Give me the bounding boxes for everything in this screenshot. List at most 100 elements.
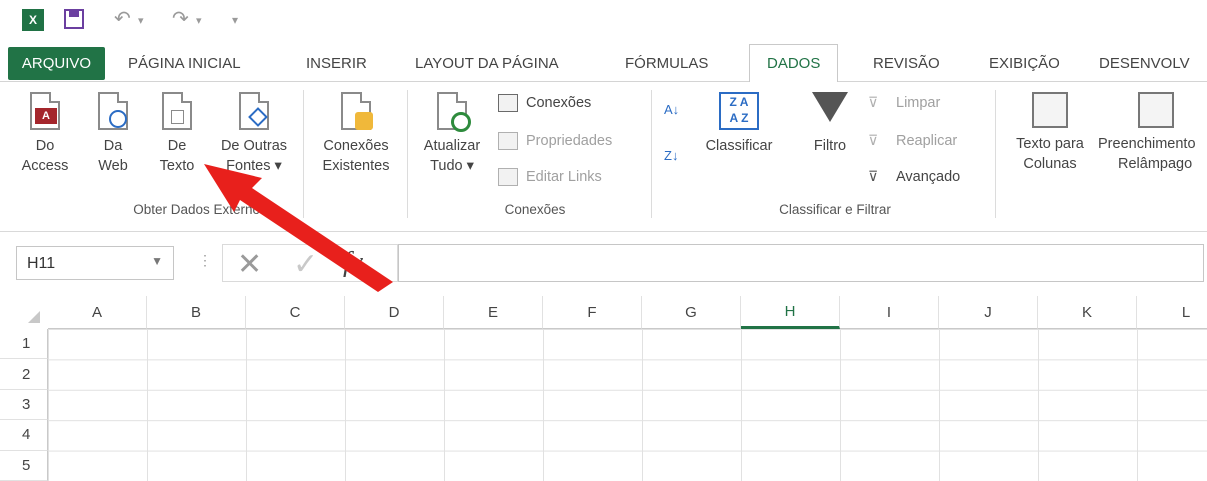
group-label-connections: Conexões [504, 202, 566, 217]
properties-icon [498, 132, 518, 150]
undo-dropdown-icon[interactable]: ▾ [138, 14, 144, 27]
column-header-j[interactable]: J [939, 296, 1038, 329]
tab-pagina-inicial[interactable]: PÁGINA INICIAL [128, 44, 241, 82]
ribbon-separator [995, 90, 996, 218]
row-header-5[interactable]: 5 [0, 450, 48, 481]
column-header-b[interactable]: B [147, 296, 246, 329]
sort-button[interactable]: Z AA Z Classificar [694, 92, 784, 156]
row-header-4[interactable]: 4 [0, 420, 48, 451]
row-header-3[interactable]: 3 [0, 389, 48, 421]
name-box-value: H11 [27, 255, 56, 272]
excel-app-icon[interactable]: X [22, 9, 44, 31]
from-web-line1: Da [103, 138, 123, 154]
group-label-get-external-data: Obter Dados Externos [133, 202, 267, 217]
from-other-sources-button[interactable]: De Outras Fontes ▾ [212, 92, 296, 176]
enter-icon[interactable]: ✓ [293, 247, 318, 282]
from-access-line1: Do [35, 138, 55, 154]
advanced-filter-button[interactable]: ⊽ Avançado [868, 168, 960, 186]
tab-revisao[interactable]: REVISÃO [873, 44, 940, 82]
flash-fill-button[interactable]: Preenchimento Relâmpago [1098, 92, 1207, 174]
other-sources-icon [239, 92, 269, 130]
tab-layout-da-pagina[interactable]: LAYOUT DA PÁGINA [415, 44, 559, 82]
edit-links-label: Editar Links [526, 169, 602, 185]
tab-arquivo[interactable]: ARQUIVO [8, 47, 105, 80]
column-header-e[interactable]: E [444, 296, 543, 329]
from-other-sources-line2: Fontes ▾ [226, 158, 282, 174]
column-header-c[interactable]: C [246, 296, 345, 329]
refresh-all-line1: Atualizar [423, 138, 481, 154]
undo-icon[interactable]: ↶ [114, 6, 131, 31]
advanced-filter-label: Avançado [896, 169, 961, 185]
redo-icon[interactable]: ↷ [172, 6, 189, 31]
sort-z-a-button[interactable]: Z↓ [664, 148, 678, 163]
from-text-line1: De [167, 138, 187, 154]
customize-qat-icon[interactable]: ▾ [232, 13, 238, 27]
cell-area[interactable] [48, 329, 1207, 481]
from-access-button[interactable]: A Do Access [16, 92, 74, 176]
row-header-2[interactable]: 2 [0, 359, 48, 390]
column-header-f[interactable]: F [543, 296, 642, 329]
clear-filter-button[interactable]: ⊽ Limpar [868, 94, 940, 112]
column-header-k[interactable]: K [1038, 296, 1137, 329]
name-box[interactable]: H11 ▼ [16, 246, 174, 280]
ribbon-separator [407, 90, 408, 218]
column-header-l[interactable]: L [1137, 296, 1207, 329]
row-header-1[interactable]: 1 [0, 329, 48, 360]
from-text-line2: Texto [159, 158, 195, 174]
save-icon[interactable] [64, 9, 84, 29]
from-access-line2: Access [21, 158, 69, 174]
quick-access-toolbar: X ↶ ▾ ↷ ▾ ▾ [0, 0, 1207, 40]
tab-formulas[interactable]: FÓRMULAS [625, 44, 708, 82]
text-file-icon [162, 92, 192, 130]
formula-bar: H11 ▼ ⋮ ✕ ✓ fx [0, 232, 1207, 296]
edit-links-button[interactable]: Editar Links [498, 168, 602, 186]
connections-icon [498, 94, 518, 112]
existing-connections-button[interactable]: Conexões Existentes [312, 92, 400, 176]
sort-a-z-button[interactable]: A↓ [664, 102, 679, 117]
insert-function-icon[interactable]: fx [343, 247, 363, 279]
ribbon-separator [651, 90, 652, 218]
existing-connections-icon [341, 92, 373, 130]
cancel-icon[interactable]: ✕ [237, 247, 262, 282]
edit-links-icon [498, 168, 518, 186]
name-box-dropdown-icon[interactable]: ▼ [151, 254, 163, 268]
flash-fill-line2: Relâmpago [1118, 156, 1193, 172]
column-header-a[interactable]: A [48, 296, 147, 329]
formula-input[interactable] [398, 244, 1204, 282]
tab-dados[interactable]: DADOS [749, 44, 839, 83]
text-to-columns-line2: Colunas [1023, 156, 1077, 172]
column-header-g[interactable]: G [642, 296, 741, 329]
reapply-button[interactable]: ⊽ Reaplicar [868, 132, 957, 150]
tab-desenvolvedor[interactable]: DESENVOLV [1099, 44, 1190, 82]
refresh-all-button[interactable]: Atualizar Tudo ▾ [412, 92, 492, 176]
tab-inserir[interactable]: INSERIR [306, 44, 367, 82]
ribbon-dados: A Do Access Da Web De Texto De Outras Fo… [0, 82, 1207, 232]
from-text-button[interactable]: De Texto [150, 92, 204, 176]
worksheet-grid: ABCDEFGHIJKL 12345 [0, 296, 1207, 481]
column-header-h[interactable]: H [741, 296, 840, 329]
formula-bar-grip-icon: ⋮ [198, 252, 212, 268]
from-web-button[interactable]: Da Web [90, 92, 136, 176]
redo-dropdown-icon[interactable]: ▾ [196, 14, 202, 27]
web-icon [98, 92, 128, 130]
refresh-icon [437, 92, 471, 132]
ribbon-separator [303, 90, 304, 218]
clear-filter-label: Limpar [896, 95, 941, 111]
text-to-columns-button[interactable]: Texto para Colunas [1002, 92, 1098, 174]
column-header-i[interactable]: I [840, 296, 939, 329]
sort-icon: Z AA Z [719, 92, 759, 130]
ribbon-tabs: ARQUIVO PÁGINA INICIAL INSERIR LAYOUT DA… [0, 44, 1207, 83]
filter-button[interactable]: Filtro [800, 92, 860, 156]
text-to-columns-icon [1032, 92, 1068, 128]
flash-fill-icon [1138, 92, 1174, 128]
properties-button[interactable]: Propriedades [498, 132, 612, 150]
connections-button[interactable]: Conexões [498, 94, 591, 112]
tab-exibicao[interactable]: EXIBIÇÃO [989, 44, 1060, 82]
advanced-filter-icon: ⊽ [868, 168, 879, 184]
group-label-sort-filter: Classificar e Filtrar [779, 202, 891, 217]
flash-fill-line1: Preenchimento [1098, 136, 1196, 152]
from-other-sources-line1: De Outras [220, 138, 288, 154]
select-all-corner[interactable] [0, 296, 48, 329]
column-header-d[interactable]: D [345, 296, 444, 329]
existing-connections-line1: Conexões [323, 138, 389, 154]
